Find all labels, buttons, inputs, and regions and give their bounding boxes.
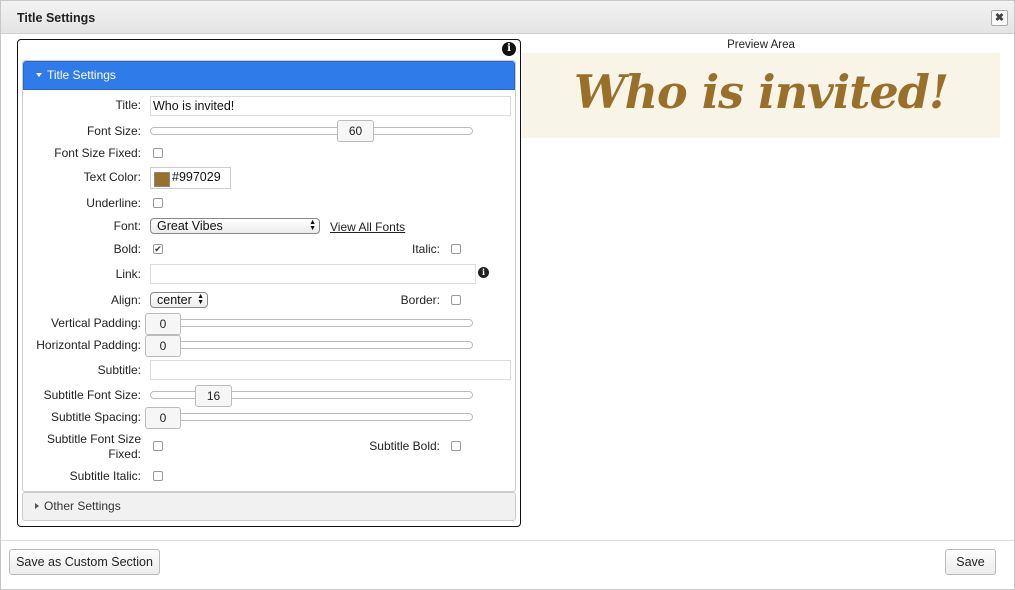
subtitle-spacing-slider-handle[interactable]: 0	[145, 407, 181, 429]
subtitle-input[interactable]	[150, 360, 511, 380]
close-icon[interactable]: ✖	[991, 10, 1008, 26]
font-size-slider-handle[interactable]: 60	[337, 120, 374, 142]
save-as-custom-section-button[interactable]: Save as Custom Section	[9, 549, 160, 575]
select-arrows-icon: ▲ ▼	[197, 293, 204, 306]
bold-checkbox[interactable]: ✔	[153, 244, 163, 254]
other-settings-label: Other Settings	[44, 499, 121, 513]
subtitle-font-size-slider-handle[interactable]: 16	[195, 385, 232, 407]
align-label: Align:	[110, 293, 141, 307]
border-checkbox[interactable]	[451, 295, 461, 305]
horizontal-padding-label: Horizontal Padding:	[36, 338, 141, 352]
vertical-padding-label: Vertical Padding:	[50, 316, 141, 330]
subtitle-font-size-fixed-checkbox[interactable]	[153, 441, 163, 451]
subtitle-italic-checkbox[interactable]	[153, 471, 163, 481]
italic-checkbox[interactable]	[451, 244, 461, 254]
info-icon[interactable]: i	[502, 42, 516, 56]
preview-title: Who is invited!	[573, 65, 949, 119]
caret-down-icon	[36, 73, 42, 77]
horizontal-padding-slider-handle[interactable]: 0	[145, 335, 181, 357]
align-select[interactable]: center ▲ ▼	[150, 292, 208, 308]
font-size-fixed-label: Font Size Fixed:	[54, 146, 141, 160]
color-swatch	[154, 172, 170, 187]
title-settings-header[interactable]: Title Settings	[23, 61, 515, 90]
title-label: Title:	[115, 98, 141, 112]
save-button[interactable]: Save	[945, 549, 996, 575]
font-label: Font:	[113, 219, 141, 233]
footer-divider	[1, 540, 1014, 541]
vertical-padding-slider-handle[interactable]: 0	[145, 313, 181, 335]
preview-area-label: Preview Area	[727, 39, 795, 51]
font-size-slider-track[interactable]	[150, 127, 473, 135]
section-header-label: Title Settings	[47, 68, 116, 82]
dialog-titlebar: Title Settings ✖	[1, 1, 1014, 34]
subtitle-font-size-fixed-label-line1: Subtitle Font Size	[46, 432, 141, 446]
text-color-label: Text Color:	[83, 170, 141, 184]
font-select-value: Great Vibes	[157, 219, 223, 233]
text-color-value: #997029	[172, 170, 221, 184]
subtitle-font-size-fixed-label-line2: Fixed:	[108, 447, 141, 461]
subtitle-italic-label: Subtitle Italic:	[69, 469, 141, 483]
font-size-label: Font Size:	[86, 124, 141, 138]
subtitle-font-size-label: Subtitle Font Size:	[43, 388, 141, 402]
bold-label: Bold:	[113, 242, 141, 256]
other-settings-header[interactable]: Other Settings	[22, 492, 516, 521]
dialog-title: Title Settings	[17, 11, 96, 25]
subtitle-spacing-label: Subtitle Spacing:	[50, 410, 141, 424]
align-select-value: center	[157, 293, 192, 307]
horizontal-padding-slider-track[interactable]	[150, 341, 473, 349]
caret-right-icon	[35, 503, 39, 509]
link-input[interactable]	[150, 264, 476, 284]
italic-label: Italic:	[411, 242, 440, 256]
link-info-icon[interactable]: i	[478, 267, 489, 278]
underline-checkbox[interactable]	[153, 198, 163, 208]
vertical-padding-slider-track[interactable]	[150, 319, 473, 327]
text-color-picker[interactable]: #997029	[150, 167, 231, 189]
font-select[interactable]: Great Vibes ▲ ▼	[150, 218, 320, 234]
link-label: Link:	[115, 267, 141, 281]
title-settings-dialog: Title Settings ✖ i Title Settings Title:…	[0, 0, 1015, 590]
subtitle-spacing-slider-track[interactable]	[150, 413, 473, 421]
settings-panel: i Title Settings Title: Font Size: 60 Fo…	[17, 39, 521, 527]
preview-area: Who is invited!	[522, 53, 1000, 138]
subtitle-label: Subtitle:	[97, 363, 141, 377]
select-arrows-icon: ▲ ▼	[309, 219, 316, 232]
subtitle-bold-checkbox[interactable]	[451, 441, 461, 451]
title-input[interactable]	[150, 96, 511, 116]
underline-label: Underline:	[86, 196, 141, 210]
font-size-fixed-checkbox[interactable]	[153, 148, 163, 158]
view-all-fonts-link[interactable]: View All Fonts	[330, 220, 405, 234]
subtitle-bold-label: Subtitle Bold:	[369, 439, 440, 453]
border-label: Border:	[400, 293, 440, 307]
